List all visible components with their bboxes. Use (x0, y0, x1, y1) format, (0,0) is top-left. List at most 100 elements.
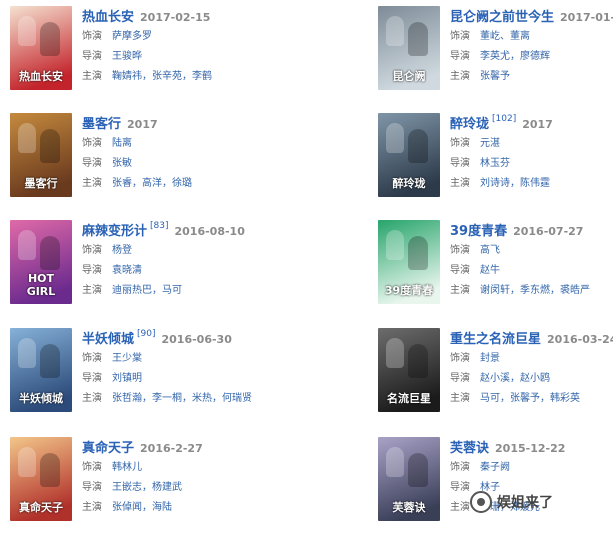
drama-info: 墨客行 2017 饰演 陆离 导演 张敏 主演 张睿，高洋，徐璐 (82, 113, 290, 193)
poster-figure (408, 129, 428, 163)
poster-title: HOT GIRL (26, 272, 56, 298)
drama-info: 真命天子 2016-2-27 饰演 韩林儿 导演 王嵌志，杨建武 主演 张倬闻，海陆 (82, 437, 290, 517)
title-row: 热血长安 2017-02-15 (82, 6, 290, 26)
starring-row: 主演 刘诗诗，陈伟霆 (450, 174, 613, 193)
director-row: 导演 袁晓清 (82, 261, 290, 280)
star-link[interactable]: 刘诗诗 (480, 178, 510, 189)
drama-title-link[interactable]: 热血长安 (82, 10, 134, 25)
star-link[interactable]: 张馨予 (480, 71, 510, 82)
drama-title-link[interactable]: 重生之名流巨星 (450, 332, 541, 347)
starring-label: 主演 (82, 71, 102, 82)
role-label: 饰演 (450, 462, 470, 473)
director-label: 导演 (82, 373, 102, 384)
director-link[interactable]: 林玉芬 (480, 158, 510, 169)
star-link[interactable]: 张辛苑 (152, 71, 182, 82)
drama-title-link[interactable]: 昆仑阙之前世今生 (450, 10, 554, 25)
star-link[interactable]: 徐璐 (172, 178, 192, 189)
star-link[interactable]: 张哲瀚 (112, 393, 142, 404)
star-link[interactable]: 迪丽热巴 (112, 285, 152, 296)
release-date: 2017-02-15 (140, 11, 211, 24)
separator: ， (142, 502, 152, 513)
separator: ， (142, 393, 152, 404)
director-link[interactable]: 赵牛 (480, 265, 500, 276)
director-row: 导演 林玉芬 (450, 154, 613, 173)
role-row: 饰演 元湛 (450, 134, 613, 153)
drama-card: HOT GIRL 麻辣变形计 [83] 2016-08-10 饰演 杨登 导演 袁晓清 主演 迪丽… (0, 220, 290, 320)
watermark-text: 娱姐来了 (497, 495, 553, 511)
star-link[interactable]: 李鹤 (192, 71, 212, 82)
poster-figure (40, 344, 60, 378)
drama-info: 昆仑阙之前世今生 2017-01-12 饰演董屹、董离导演李英尤，廖德辉主演张馨予 (450, 6, 613, 86)
star-link[interactable]: 马可 (480, 393, 500, 404)
star-link[interactable]: 高洋 (142, 178, 162, 189)
role-row: 饰演 韩林儿 (82, 458, 290, 477)
role-name: 萨摩多罗 (112, 31, 152, 42)
director-link[interactable]: 杨建武 (152, 482, 182, 493)
star-link[interactable]: 季东燃 (520, 285, 550, 296)
director-link[interactable]: 刘镇明 (112, 373, 142, 384)
drama-card: 醉玲珑 醉玲珑 [102] 2017 饰演 元湛 导演 林玉芬 主演 刘诗诗，陈伟霆 (368, 113, 613, 213)
role-label: 饰演 (82, 353, 102, 364)
director-label: 导演 (450, 158, 470, 169)
poster-image[interactable]: 真命天子 (10, 437, 72, 521)
director-label: 导演 (450, 373, 470, 384)
reference-link[interactable]: [102] (492, 114, 516, 124)
drama-info: 重生之名流巨星 2016-03-24 饰演 封景 导演 赵小溪，赵小鸥 主演 马可，张馨予，韩… (450, 328, 613, 408)
poster-image[interactable]: 芙蓉诀 (378, 437, 440, 521)
drama-title-link[interactable]: 醉玲珑 (450, 117, 489, 132)
reference-link[interactable]: [90] (137, 329, 155, 339)
star-link[interactable]: 张睿 (112, 178, 132, 189)
starring-label: 主演 (82, 502, 102, 513)
star-link[interactable]: 韩彩英 (550, 393, 580, 404)
reference-link[interactable]: [83] (150, 221, 168, 231)
poster-image[interactable]: 热血长安 (10, 6, 72, 90)
poster-image[interactable]: 醉玲珑 (378, 113, 440, 197)
star-link[interactable]: 米热 (192, 393, 212, 404)
star-link[interactable]: 海陆 (152, 502, 172, 513)
director-label: 导演 (450, 265, 470, 276)
director-label: 导演 (82, 265, 102, 276)
title-row: 重生之名流巨星 2016-03-24 (450, 328, 613, 348)
release-date: 2017-01-12 (560, 11, 613, 24)
poster-figure (40, 453, 60, 487)
release-date: 2016-06-30 (161, 333, 232, 346)
poster-image[interactable]: HOT GIRL (10, 220, 72, 304)
drama-title-link[interactable]: 真命天子 (82, 441, 134, 456)
star-link[interactable]: 鞠婧祎 (112, 71, 142, 82)
poster-image[interactable]: 昆仑阙 (378, 6, 440, 90)
director-link[interactable]: 袁晓清 (112, 265, 142, 276)
star-link[interactable]: 张倬闻 (112, 502, 142, 513)
role-label: 饰演 (450, 31, 470, 42)
director-link[interactable]: 王嵌志 (112, 482, 142, 493)
role-row: 饰演 高飞 (450, 241, 613, 260)
star-link[interactable]: 李一桐 (152, 393, 182, 404)
drama-title-link[interactable]: 墨客行 (82, 117, 121, 132)
star-link[interactable]: 马可 (162, 285, 182, 296)
star-link[interactable]: 谢闵轩 (480, 285, 510, 296)
star-link[interactable]: 何瑞贤 (222, 393, 252, 404)
director-link[interactable]: 廖德辉 (520, 51, 550, 62)
director-link[interactable]: 王骏晔 (112, 51, 142, 62)
director-label: 导演 (450, 51, 470, 62)
separator: ， (152, 285, 162, 296)
poster-image[interactable]: 墨客行 (10, 113, 72, 197)
director-link[interactable]: 赵小溪 (480, 373, 510, 384)
poster-image[interactable]: 半妖倾城 (10, 328, 72, 412)
director-link[interactable]: 李英尤 (480, 51, 510, 62)
director-link[interactable]: 赵小鸥 (520, 373, 550, 384)
director-row: 导演 王骏晔 (82, 47, 290, 66)
starring-label: 主演 (450, 285, 470, 296)
star-link[interactable]: 陈伟霆 (520, 178, 550, 189)
poster-image[interactable]: 39度青春 (378, 220, 440, 304)
drama-title-link[interactable]: 39度青春 (450, 224, 507, 239)
star-link[interactable]: 裘皓严 (560, 285, 590, 296)
drama-card: 39度青春 39度青春 2016-07-27 饰演 高飞 导演 赵牛 主演 谢闵轩，季东燃，裘皓… (368, 220, 613, 320)
director-link[interactable]: 张敏 (112, 158, 132, 169)
poster-figure (386, 338, 404, 368)
poster-image[interactable]: 名流巨星 (378, 328, 440, 412)
drama-title-link[interactable]: 芙蓉诀 (450, 441, 489, 456)
director-row: 导演 刘镇明 (82, 369, 290, 388)
drama-title-link[interactable]: 半妖倾城 (82, 332, 134, 347)
drama-title-link[interactable]: 麻辣变形计 (82, 224, 147, 239)
star-link[interactable]: 张馨予 (510, 393, 540, 404)
